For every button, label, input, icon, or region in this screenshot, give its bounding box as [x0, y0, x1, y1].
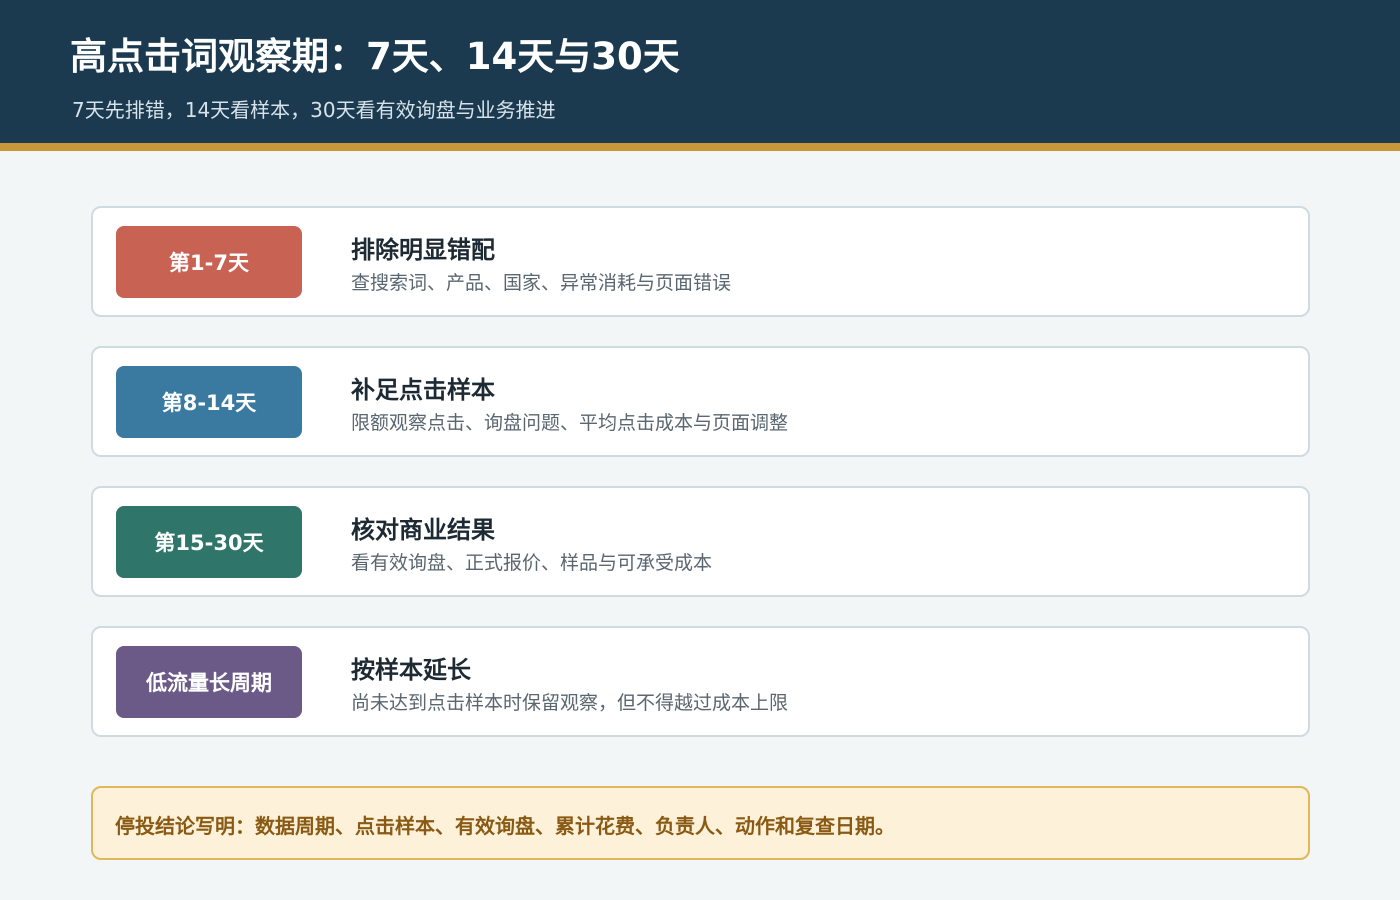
- header-divider: [0, 143, 1400, 151]
- stage-card-3: 第15-30天 核对商业结果 看有效询盘、正式报价、样品与可承受成本: [91, 486, 1310, 597]
- stage-card-1: 第1-7天 排除明显错配 查搜索词、产品、国家、异常消耗与页面错误: [91, 206, 1310, 317]
- stage-description: 看有效询盘、正式报价、样品与可承受成本: [351, 552, 713, 574]
- stage-badge: 第1-7天: [116, 226, 302, 298]
- stage-card-4: 低流量长周期 按样本延长 尚未达到点击样本时保留观察，但不得越过成本上限: [91, 626, 1310, 737]
- stage-title: 补足点击样本: [351, 376, 495, 404]
- stage-card-2: 第8-14天 补足点击样本 限额观察点击、询盘问题、平均点击成本与页面调整: [91, 346, 1310, 457]
- stage-badge: 低流量长周期: [116, 646, 302, 718]
- stage-badge: 第15-30天: [116, 506, 302, 578]
- page-title: 高点击词观察期：7天、14天与30天: [70, 35, 680, 78]
- note-text: 停投结论写明：数据周期、点击样本、有效询盘、累计花费、负责人、动作和复查日期。: [115, 814, 895, 838]
- stage-title: 排除明显错配: [351, 236, 495, 264]
- stage-description: 尚未达到点击样本时保留观察，但不得越过成本上限: [351, 692, 789, 714]
- stage-badge: 第8-14天: [116, 366, 302, 438]
- stage-description: 查搜索词、产品、国家、异常消耗与页面错误: [351, 272, 732, 294]
- stage-title: 核对商业结果: [351, 516, 495, 544]
- stage-description: 限额观察点击、询盘问题、平均点击成本与页面调整: [351, 412, 789, 434]
- header-banner: 高点击词观察期：7天、14天与30天 7天先排错，14天看样本，30天看有效询盘…: [0, 0, 1400, 143]
- stage-title: 按样本延长: [351, 656, 471, 684]
- stop-conclusion-note: 停投结论写明：数据周期、点击样本、有效询盘、累计花费、负责人、动作和复查日期。: [91, 786, 1310, 860]
- page-subtitle: 7天先排错，14天看样本，30天看有效询盘与业务推进: [72, 98, 556, 122]
